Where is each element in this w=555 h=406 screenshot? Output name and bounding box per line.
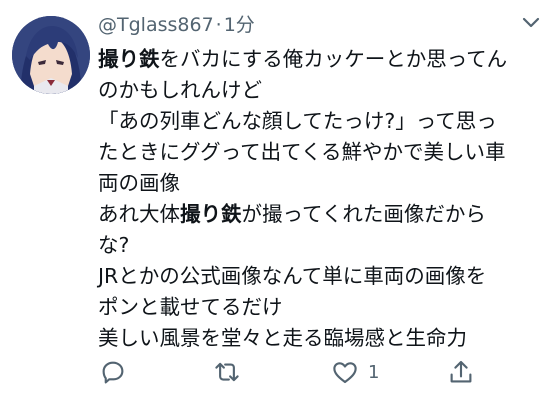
share-icon [450,360,472,383]
tweet-actions: 1 [98,356,538,392]
tweet-line: 「あの列車どんな顔してたっけ?」って思っ [98,109,497,133]
retweet-button[interactable] [212,356,242,388]
reply-icon [102,361,124,384]
tweet-line: のかもしれんけど [98,78,262,102]
tweet-line: 美しい風景を堂々と走る臨場感と生命力 [98,326,467,350]
retweet-icon [215,362,239,382]
bold-term: 撮り鉄 [98,47,160,71]
like-count: 1 [368,361,380,383]
like-button[interactable]: 1 [330,356,379,388]
tweet-line: な? [98,233,130,257]
header-separator: · [215,14,222,36]
tweet-text-segment: が撮ってくれた画像だから [241,202,486,226]
tweet-text: 撮り鉄をバカにする俺カッケーとか思ってん のかもしれんけど 「あの列車どんな顔し… [98,44,546,354]
tweet-line: あれ大体撮り鉄が撮ってくれた画像だから [98,199,546,230]
tweet-line: たときにググって出てくる鮮やかで美しい車 [98,140,506,164]
tweet-line: JRとかの公式画像なんて単に車両の画像を [98,264,487,288]
heart-icon [333,362,357,384]
bold-term: 撮り鉄 [180,202,242,226]
tweet-timestamp[interactable]: 1分 [224,14,255,36]
tweet-line: 撮り鉄をバカにする俺カッケーとか思ってん [98,44,546,75]
tweet-text-segment: あれ大体 [98,202,180,226]
tweet-card: @Tglass867 · 1分 撮り鉄をバカにする俺カッケーとか思ってん のかもしれ… [0,0,555,406]
avatar-image [12,16,90,94]
tweet-header: @Tglass867 · 1分 [98,12,255,38]
reply-button[interactable] [98,356,128,388]
avatar[interactable] [12,16,90,94]
share-button[interactable] [446,356,476,388]
user-handle[interactable]: @Tglass867 [98,14,214,36]
tweet-line: 両の画像 [98,171,180,195]
tweet-text-segment: をバカにする俺カッケーとか思ってん [159,47,508,71]
tweet-line: ポンと載せてるだけ [98,295,283,319]
chevron-down-icon[interactable] [519,10,543,34]
